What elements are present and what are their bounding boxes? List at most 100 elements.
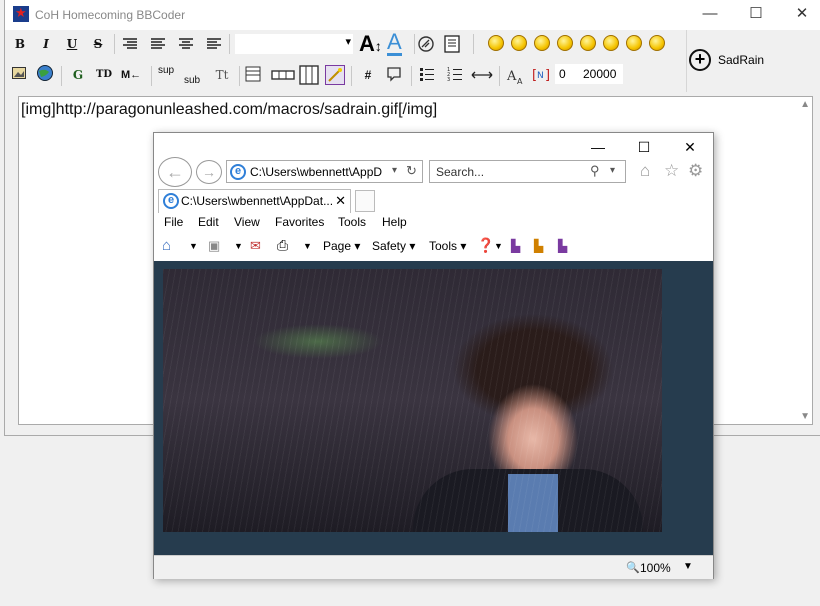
tools-menu[interactable]: Tools ▾ — [429, 239, 466, 253]
print-dropdown-icon[interactable]: ▼ — [303, 241, 312, 251]
address-bar[interactable]: e C:\Users\wbennett\AppD ▾ ↻ — [226, 160, 423, 183]
scroll-down-icon[interactable]: ▼ — [800, 411, 810, 422]
ie-status-bar: 🔍 100% ▼ — [154, 555, 713, 579]
quote-icon[interactable] — [417, 35, 435, 53]
rss-dropdown-icon[interactable]: ▼ — [234, 241, 243, 251]
zoom-icon[interactable]: 🔍 — [626, 561, 640, 574]
maximize-button[interactable]: ☐ — [733, 0, 779, 30]
bullet-list-icon[interactable] — [419, 67, 435, 81]
svg-text:N: N — [537, 71, 544, 81]
onenote-link-icon[interactable]: ▙ — [558, 239, 567, 253]
new-tab-button[interactable] — [355, 190, 375, 212]
rss-feed-icon[interactable]: ▣ — [208, 238, 220, 254]
magic-wand-icon[interactable] — [325, 65, 345, 85]
smiley-surprised-icon[interactable] — [557, 35, 573, 51]
google-button[interactable]: G — [69, 64, 87, 86]
home-icon[interactable]: ⌂ — [640, 161, 650, 181]
menu-edit[interactable]: Edit — [198, 215, 219, 229]
zoom-level[interactable]: 100% — [640, 561, 671, 575]
help-dropdown-icon[interactable]: ▼ — [494, 241, 503, 251]
align-justify-icon[interactable] — [150, 37, 166, 51]
minimize-button[interactable]: — — [687, 0, 733, 30]
search-box[interactable]: Search... ⚲ ▾ — [429, 160, 626, 183]
search-input[interactable]: Search... — [436, 165, 484, 179]
smiley-eek-icon[interactable] — [580, 35, 596, 51]
cmd-home-icon[interactable]: ⌂ — [162, 237, 171, 254]
font-size-button[interactable]: A↕ — [359, 31, 382, 57]
menu-help[interactable]: Help — [382, 215, 407, 229]
smiley-grin-icon[interactable] — [603, 35, 619, 51]
ie-title-bar: — ☐ ✕ — [154, 133, 713, 159]
back-arrow-icon[interactable]: ← — [158, 157, 192, 187]
favorites-star-icon[interactable]: ☆ — [664, 161, 679, 181]
title-bar: CoH Homecoming BBCoder — ☐ ✕ — [5, 0, 820, 30]
subscript-button[interactable]: sub — [183, 70, 201, 92]
font-style-icon[interactable]: AA — [505, 65, 525, 85]
document-icon[interactable] — [442, 34, 462, 54]
align-center-icon[interactable] — [178, 37, 194, 51]
italic-button[interactable]: I — [37, 33, 55, 55]
forward-arrow-icon[interactable]: → — [196, 160, 222, 184]
table-row-icon[interactable] — [271, 70, 295, 80]
zoom-dropdown-icon[interactable]: ▼ — [683, 561, 693, 572]
hash-button[interactable]: # — [359, 64, 377, 86]
globe-link-icon[interactable] — [36, 64, 54, 82]
address-dropdown-icon[interactable]: ▾ — [392, 165, 397, 176]
svg-text:A: A — [506, 69, 517, 84]
onenote-icon[interactable]: ▙ — [511, 239, 520, 253]
onenote-send-icon[interactable]: ▙ — [534, 239, 543, 253]
ie-maximize-button[interactable]: ☐ — [621, 135, 667, 159]
search-icon[interactable]: ⚲ — [590, 163, 600, 179]
smiley-laugh-icon[interactable] — [626, 35, 642, 51]
menu-file[interactable]: File — [164, 215, 183, 229]
underline-button[interactable]: U — [63, 33, 81, 55]
table-icon[interactable] — [245, 66, 261, 82]
mail-icon[interactable]: ✉ — [250, 238, 261, 254]
close-button[interactable]: ✕ — [779, 0, 820, 30]
numbered-list-icon[interactable]: 123 — [447, 67, 463, 81]
teletype-button[interactable]: Tt — [213, 64, 231, 86]
font-color-button[interactable]: A — [387, 31, 402, 56]
smiley-cool-icon[interactable] — [534, 35, 550, 51]
toolbar-separator — [114, 34, 115, 54]
strikethrough-button[interactable]: S — [89, 33, 107, 55]
speech-bubble-icon[interactable] — [386, 66, 402, 82]
tab-close-icon[interactable]: ✕ — [335, 193, 346, 209]
settings-gear-icon[interactable]: ⚙ — [688, 161, 703, 181]
page-menu[interactable]: Page ▾ — [323, 239, 360, 253]
image-icon[interactable] — [12, 67, 26, 79]
ie-tab[interactable]: e C:\Users\wbennett\AppDat... ✕ — [158, 189, 351, 213]
bold-button[interactable]: B — [11, 33, 29, 55]
help-icon[interactable]: ❓ — [477, 237, 494, 254]
ie-preview-window: — ☐ ✕ ← → e C:\Users\wbennett\AppD ▾ ↻ S… — [153, 132, 714, 579]
sadrain-button[interactable]: + SadRain — [685, 47, 765, 73]
safety-menu[interactable]: Safety ▾ — [372, 239, 415, 253]
superscript-button[interactable]: sup — [157, 60, 175, 82]
refresh-icon[interactable]: ↻ — [406, 163, 417, 179]
ie-minimize-button[interactable]: — — [575, 135, 621, 159]
cmd-home-dropdown-icon[interactable]: ▼ — [189, 241, 198, 251]
table-column-icon[interactable] — [299, 65, 319, 85]
size-arrow-icon: ↕ — [374, 38, 382, 54]
ie-tab-bar: e C:\Users\wbennett\AppDat... ✕ — [154, 187, 713, 213]
td-button[interactable]: TD — [95, 64, 113, 86]
smiley-shocked-icon[interactable] — [511, 35, 527, 51]
menu-view[interactable]: View — [234, 215, 260, 229]
horizontal-rule-icon[interactable] — [471, 70, 493, 80]
m-arrow-button[interactable]: M← — [121, 64, 141, 86]
scroll-up-icon[interactable]: ▲ — [800, 99, 810, 110]
smiley-wink-icon[interactable] — [649, 35, 665, 51]
toolbar-separator — [499, 66, 500, 86]
code-tag-icon[interactable]: [N] — [532, 66, 552, 82]
toolbar-separator — [351, 66, 352, 86]
value-field-b[interactable]: 20000 — [579, 64, 623, 84]
smiley-smile-icon[interactable] — [488, 35, 504, 51]
font-dropdown[interactable] — [235, 34, 353, 54]
menu-tools[interactable]: Tools — [338, 215, 366, 229]
print-icon[interactable]: ⎙ — [277, 237, 288, 254]
ie-close-button[interactable]: ✕ — [667, 135, 713, 159]
menu-favorites[interactable]: Favorites — [275, 215, 324, 229]
search-dropdown-icon[interactable]: ▾ — [610, 165, 615, 176]
align-right-icon[interactable] — [206, 37, 222, 51]
align-left-icon[interactable] — [122, 37, 138, 51]
